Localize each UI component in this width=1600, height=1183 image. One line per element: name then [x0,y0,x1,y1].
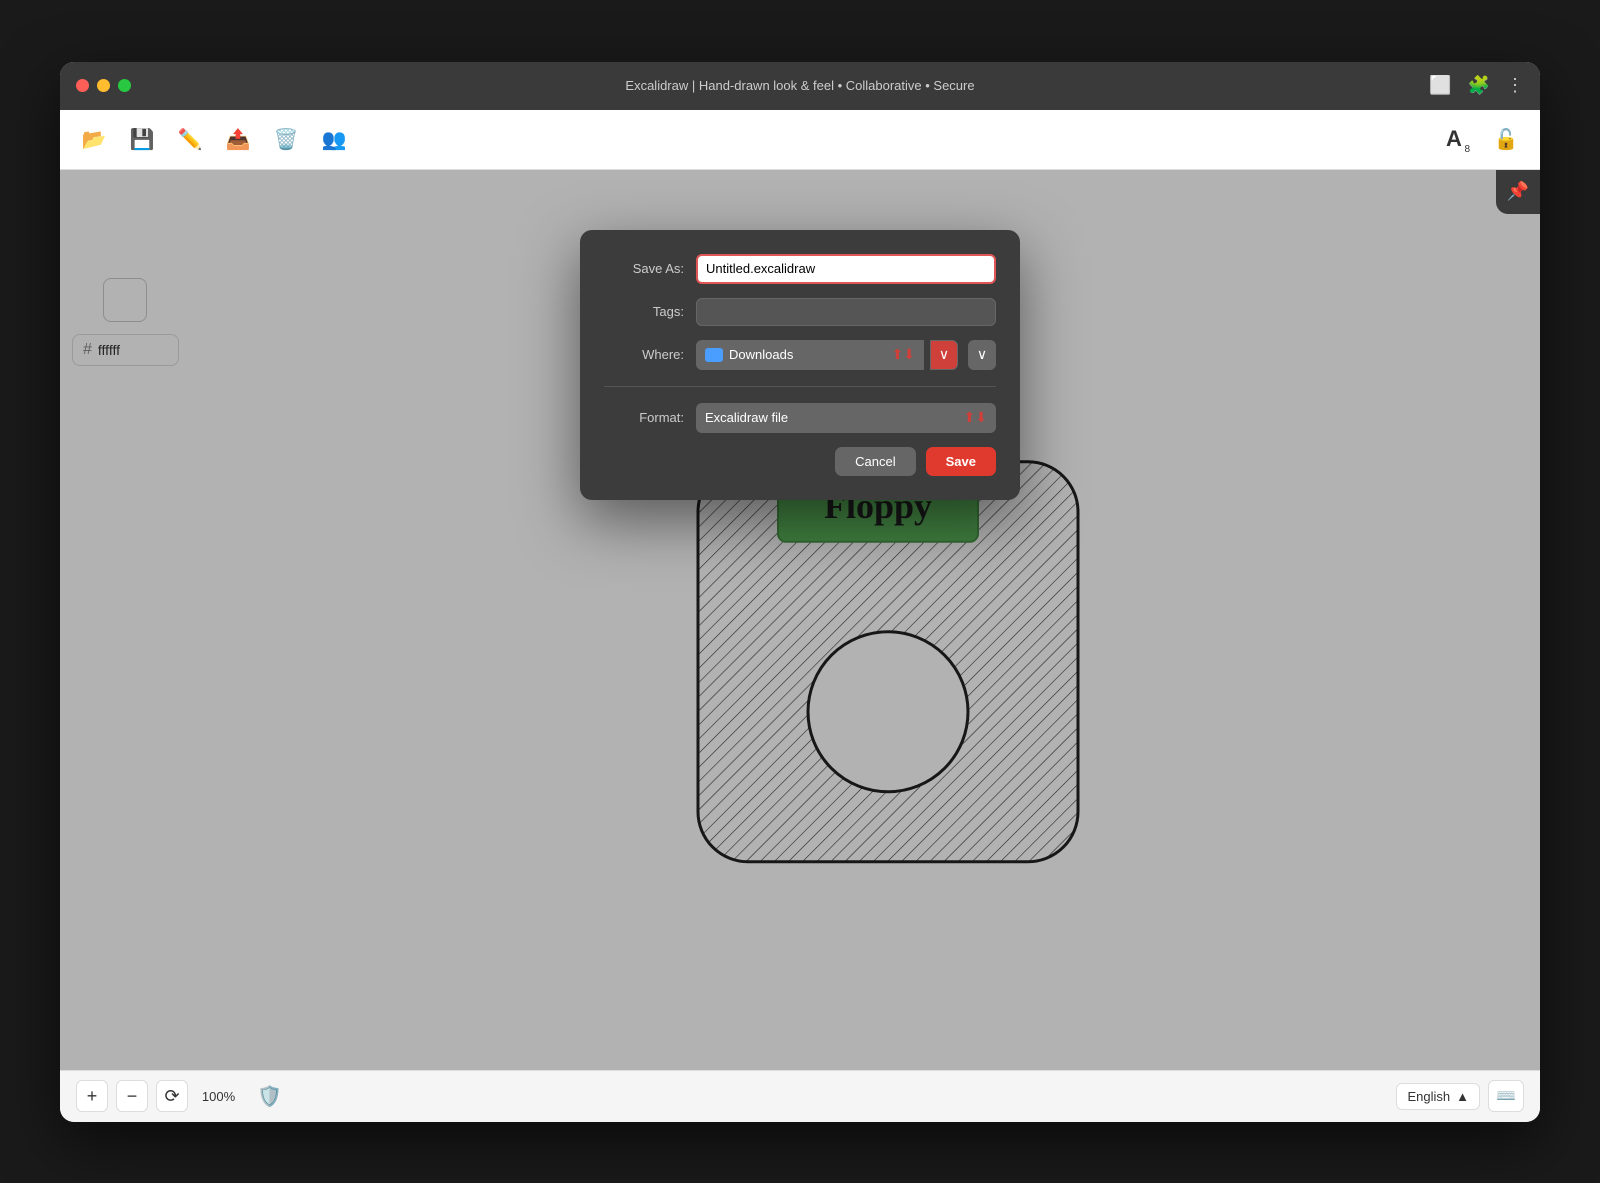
format-select-wrapper: Excalidraw file ⬆⬇ [696,403,996,433]
language-select[interactable]: English ▲ [1396,1083,1480,1110]
where-value: Downloads [729,347,793,362]
language-label: English [1407,1089,1450,1104]
where-select[interactable]: Downloads ⬆⬇ [696,340,924,370]
where-chevron-icon: ⬆⬇ [892,346,915,363]
tags-row: Tags: [604,298,996,326]
export-button[interactable]: 📤 [216,117,260,161]
where-more-button[interactable]: ∨ [968,340,996,370]
font-label: A [1446,126,1462,152]
trash-button[interactable]: 🗑️ [264,117,308,161]
where-select-wrapper: Downloads ⬆⬇ ∨ ∨ [696,340,996,370]
where-label: Where: [604,347,684,362]
font-button[interactable]: A 8 [1432,117,1476,161]
toolbar-right: A 8 🔓 [1432,117,1528,161]
keyboard-button[interactable]: ⌨️ [1488,1080,1524,1112]
save-as-row: Save As: [604,254,996,284]
maximize-button[interactable] [118,79,131,92]
format-arrow-icon: ⬆⬇ [964,409,987,426]
zoom-in-button[interactable]: + [76,1080,108,1112]
traffic-lights [76,79,131,92]
format-row: Format: Excalidraw file ⬆⬇ [604,403,996,433]
edit-button[interactable]: ✏️ [168,117,212,161]
format-label: Format: [604,410,684,425]
zoom-reset-button[interactable]: ⟳ [156,1080,188,1112]
pin-button[interactable]: 📌 [1496,170,1540,214]
format-select[interactable]: Excalidraw file ⬆⬇ [696,403,996,433]
zoom-level: 100% [196,1089,241,1104]
zoom-out-button[interactable]: − [116,1080,148,1112]
save-as-label: Save As: [604,261,684,276]
close-button[interactable] [76,79,89,92]
folder-icon [705,348,723,362]
dialog-overlay: Save As: Tags: Where: [60,170,1540,1070]
where-select-inner: Downloads [705,347,793,362]
save-as-input[interactable] [696,254,996,284]
collaborate-button[interactable]: 👥 [312,117,356,161]
dialog-buttons: Cancel Save [604,447,996,476]
lock-button[interactable]: 🔓 [1484,117,1528,161]
zoom-controls: + − ⟳ 100% 🛡️ [76,1080,282,1112]
window-title: Excalidraw | Hand-drawn look & feel • Co… [625,78,974,93]
canvas-area: # [60,170,1540,1070]
bottombar: + − ⟳ 100% 🛡️ English ▲ ⌨️ [60,1070,1540,1122]
minimize-button[interactable] [97,79,110,92]
where-row: Where: Downloads ⬆⬇ ∨ ∨ [604,340,996,370]
titlebar: Excalidraw | Hand-drawn look & feel • Co… [60,62,1540,110]
font-subscript: 8 [1464,144,1470,155]
toolbar: 📂 💾 ✏️ 📤 🗑️ 👥 A 8 🔓 [60,110,1540,170]
extensions-icon[interactable]: 🧩 [1468,75,1490,96]
save-dialog: Save As: Tags: Where: [580,230,1020,500]
more-icon[interactable]: ⋮ [1506,75,1524,96]
save-button[interactable]: 💾 [120,117,164,161]
shield-icon: 🛡️ [257,1084,282,1109]
tags-label: Tags: [604,304,684,319]
cancel-button[interactable]: Cancel [835,447,915,476]
language-chevron-icon: ▲ [1456,1089,1469,1104]
dialog-separator [604,386,996,387]
share-icon[interactable]: ⬜ [1429,75,1451,96]
where-expand-button[interactable]: ∨ [930,340,958,370]
bottombar-right: English ▲ ⌨️ [1396,1080,1524,1112]
save-confirm-button[interactable]: Save [926,447,996,476]
open-folder-button[interactable]: 📂 [72,117,116,161]
tags-input[interactable] [696,298,996,326]
titlebar-actions: ⬜ 🧩 ⋮ [1429,75,1524,96]
format-value: Excalidraw file [705,410,788,425]
